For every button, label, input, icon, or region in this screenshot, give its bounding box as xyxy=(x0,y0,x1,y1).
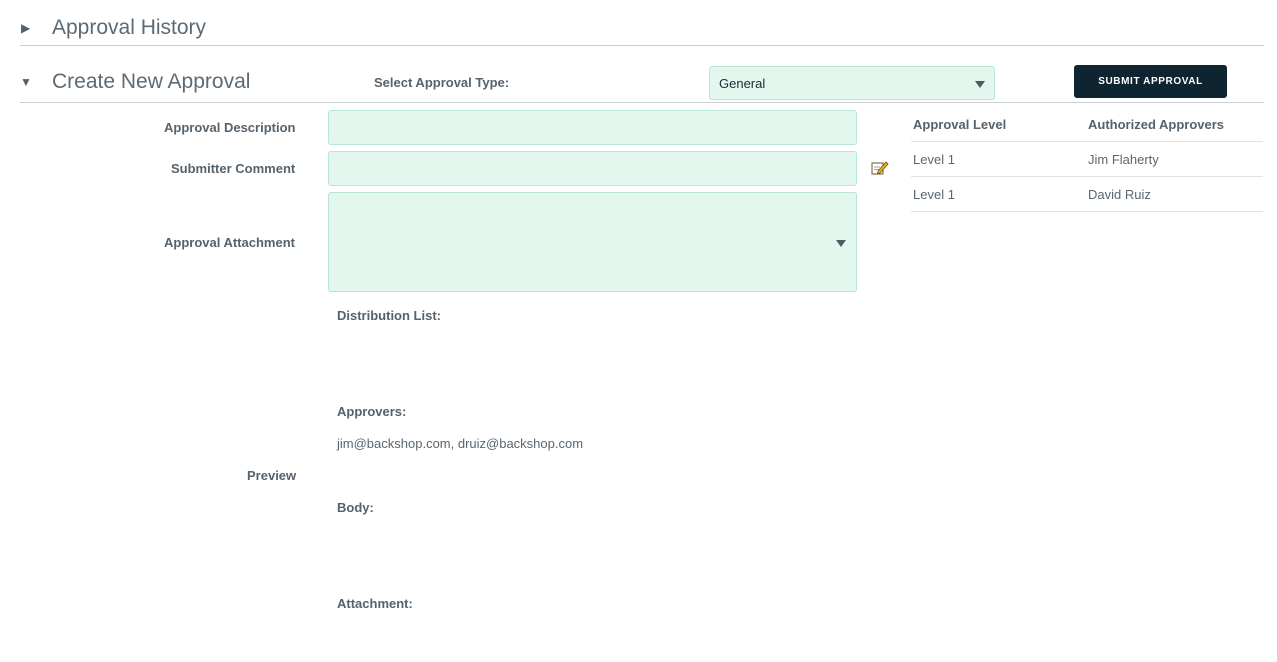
collapse-arrow-icon[interactable]: ▼ xyxy=(20,75,32,89)
approval-type-label: Select Approval Type: xyxy=(374,75,510,90)
chevron-down-icon xyxy=(836,240,846,247)
create-approval-title[interactable]: Create New Approval xyxy=(52,70,250,94)
edit-pencil-icon[interactable] xyxy=(871,160,889,176)
attachment-label: Attachment: xyxy=(337,596,413,611)
table-cell-approver: Jim Flaherty xyxy=(1088,152,1159,167)
approval-description-label: Approval Description xyxy=(164,120,296,135)
approval-type-select[interactable]: General xyxy=(709,66,995,100)
chevron-down-icon xyxy=(975,81,985,88)
body-label: Body: xyxy=(337,500,374,515)
authorized-approvers-header: Authorized Approvers xyxy=(1088,117,1225,132)
table-cell-level: Level 1 xyxy=(913,187,955,202)
preview-label: Preview xyxy=(247,468,297,483)
table-divider xyxy=(911,176,1263,177)
approvers-label: Approvers: xyxy=(337,404,407,419)
approval-history-title[interactable]: Approval History xyxy=(52,16,206,40)
divider xyxy=(20,102,1264,103)
expand-arrow-icon[interactable]: ▶ xyxy=(21,21,30,35)
table-divider xyxy=(911,141,1263,142)
divider xyxy=(20,45,1264,46)
approval-attachment-select[interactable] xyxy=(328,192,857,292)
table-cell-level: Level 1 xyxy=(913,152,955,167)
approval-level-header: Approval Level xyxy=(913,117,1007,132)
submitter-comment-label: Submitter Comment xyxy=(171,161,296,176)
table-divider xyxy=(911,211,1263,212)
approvers-value: jim@backshop.com, druiz@backshop.com xyxy=(337,436,584,451)
submit-approval-button[interactable]: SUBMIT APPROVAL xyxy=(1074,65,1227,98)
approval-attachment-label: Approval Attachment xyxy=(164,235,295,250)
submitter-comment-input[interactable] xyxy=(328,151,857,186)
distribution-list-label: Distribution List: xyxy=(337,308,441,323)
approval-description-input[interactable] xyxy=(328,110,857,145)
approval-type-value: General xyxy=(719,76,766,91)
table-cell-approver: David Ruiz xyxy=(1088,187,1151,202)
